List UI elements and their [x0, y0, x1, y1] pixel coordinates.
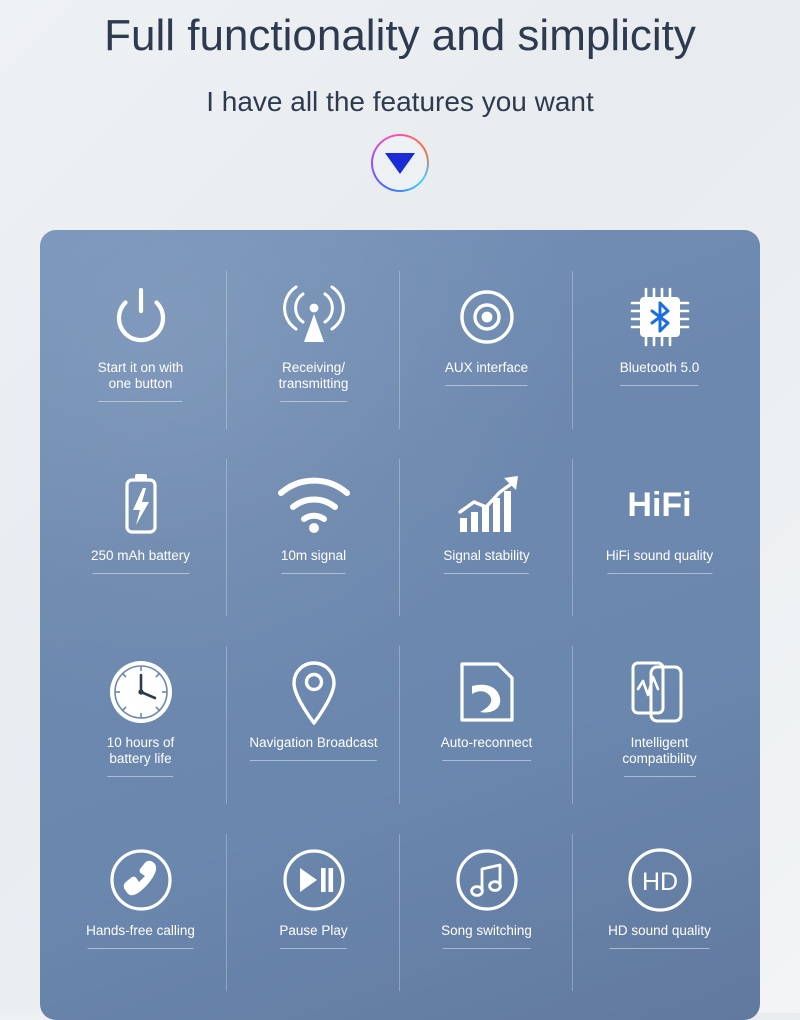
feature-label: HiFi sound quality [602, 548, 717, 570]
power-button-icon [109, 274, 173, 360]
feature-cell-hands-free-calling: Hands-free calling [54, 819, 227, 1007]
hifi-glyph: HiFi [627, 485, 692, 524]
feature-label: Auto-reconnect [437, 735, 537, 757]
feature-label: Receiving/ transmitting [275, 360, 353, 398]
aux-jack-icon [456, 274, 518, 360]
feature-cell-signal-range: 10m signal [227, 444, 400, 632]
broadcast-tower-icon [276, 274, 352, 360]
hifi-text-icon: HiFi [627, 462, 691, 548]
features-grid: Start it on with one button Receiving/ t… [54, 256, 746, 1006]
feature-cell-receiving-transmitting: Receiving/ transmitting [227, 256, 400, 444]
feature-cell-pause-play: Pause Play [227, 819, 400, 1007]
auto-reconnect-icon [454, 649, 520, 735]
product-feature-page: Full functionality and simplicity I have… [0, 0, 800, 1013]
feature-label: HD sound quality [604, 923, 715, 945]
music-note-icon [454, 837, 520, 923]
feature-label: 10m signal [277, 548, 350, 570]
map-pin-icon [286, 649, 342, 735]
growth-chart-icon [452, 462, 522, 548]
bluetooth-chip-icon [628, 274, 692, 360]
page-subtitle: I have all the features you want [206, 86, 594, 117]
page-title: Full functionality and simplicity [104, 11, 696, 60]
hd-badge-icon: HD [625, 837, 695, 923]
wall-clock-icon [106, 649, 176, 735]
chevron-down-icon [383, 150, 417, 176]
feature-label: Signal stability [439, 548, 533, 570]
feature-cell-navigation: Navigation Broadcast [227, 631, 400, 819]
battery-charging-icon [117, 462, 165, 548]
feature-label: 10 hours of battery life [103, 735, 179, 773]
feature-cell-hifi: HiFi HiFi sound quality [573, 444, 746, 632]
feature-cell-battery: 250 mAh battery [54, 444, 227, 632]
feature-cell-compatibility: Intelligent compatibility [573, 631, 746, 819]
feature-label: Start it on with one button [94, 360, 188, 398]
feature-cell-power-button: Start it on with one button [54, 256, 227, 444]
feature-label: 250 mAh battery [87, 548, 194, 570]
feature-label: AUX interface [441, 360, 532, 382]
wifi-signal-icon [275, 462, 353, 548]
feature-label: Navigation Broadcast [245, 735, 381, 757]
feature-cell-song-switching: Song switching [400, 819, 573, 1007]
svg-text:HD: HD [641, 868, 677, 896]
feature-label: Bluetooth 5.0 [616, 360, 704, 382]
feature-label: Hands-free calling [82, 923, 199, 945]
feature-cell-aux-interface: AUX interface [400, 256, 573, 444]
scroll-hint [0, 134, 800, 192]
feature-cell-battery-life: 10 hours of battery life [54, 631, 227, 819]
phone-compatibility-icon [625, 649, 695, 735]
feature-cell-bluetooth: Bluetooth 5.0 [573, 256, 746, 444]
feature-label: Intelligent compatibility [618, 735, 700, 773]
feature-cell-auto-reconnect: Auto-reconnect [400, 631, 573, 819]
chevron-down-badge [371, 134, 429, 192]
feature-label: Pause Play [275, 923, 351, 945]
play-pause-icon [281, 837, 347, 923]
handset-call-icon [108, 837, 174, 923]
features-panel: Start it on with one button Receiving/ t… [40, 230, 760, 1020]
feature-label: Song switching [437, 923, 536, 945]
feature-cell-hd-sound: HD HD sound quality [573, 819, 746, 1007]
feature-cell-signal-stability: Signal stability [400, 444, 573, 632]
